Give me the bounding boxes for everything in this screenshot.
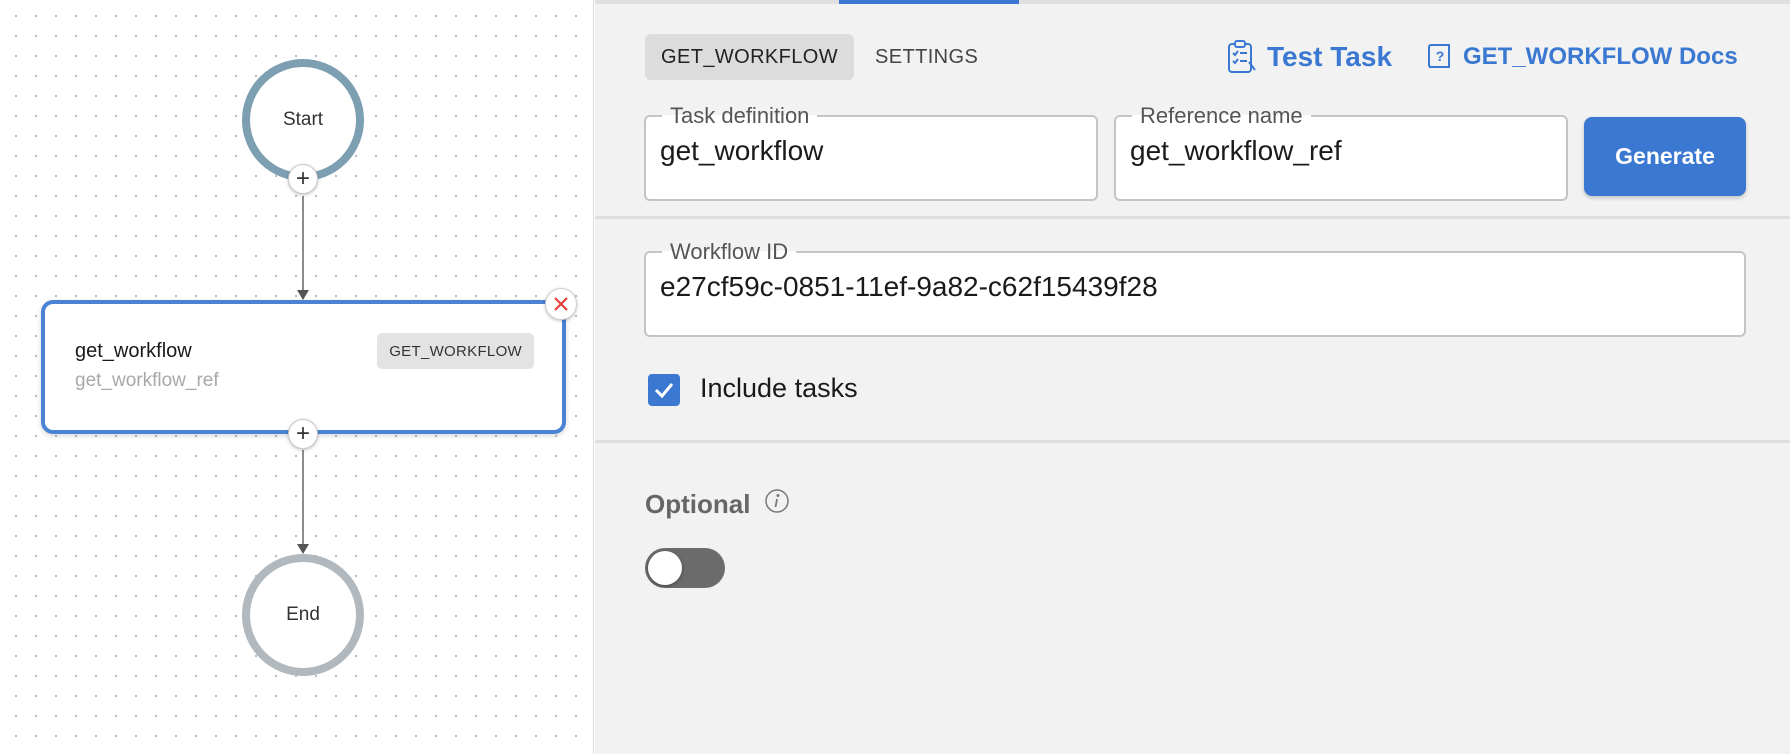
plus-icon: + — [295, 165, 310, 192]
workflow-id-label: Workflow ID — [670, 239, 789, 264]
task-definition-label: Task definition — [670, 103, 810, 128]
reference-name-input[interactable] — [1130, 135, 1552, 167]
end-node[interactable]: End — [242, 554, 364, 676]
reference-name-field[interactable]: Reference name — [1114, 105, 1568, 201]
add-task-button[interactable]: + — [288, 164, 318, 194]
include-tasks-checkbox[interactable] — [648, 374, 680, 406]
active-tab-indicator — [839, 0, 1019, 4]
panel-top-border — [595, 0, 1790, 4]
help-book-icon: ? — [1428, 44, 1450, 68]
start-node-label: Start — [282, 109, 324, 130]
optional-label: Optional — [645, 489, 751, 519]
toggle-knob — [648, 551, 682, 585]
workflow-canvas[interactable]: Start + get_workflow get_workflow_ref GE… — [0, 0, 594, 754]
tab-settings[interactable]: SETTINGS — [859, 34, 994, 80]
include-tasks-label[interactable]: Include tasks — [700, 373, 858, 404]
workflow-id-input[interactable] — [660, 271, 1730, 303]
tab-get-workflow[interactable]: GET_WORKFLOW — [645, 34, 855, 80]
section-divider — [595, 440, 1790, 443]
generate-button[interactable]: Generate — [1584, 117, 1746, 196]
section-divider — [595, 216, 1790, 219]
docs-link[interactable]: ? GET_WORKFLOW Docs — [1427, 37, 1738, 77]
task-config-panel: GET_WORKFLOW SETTINGS Test Task ? GET_WO… — [595, 0, 1790, 754]
add-task-button[interactable]: + — [288, 419, 318, 449]
end-node-label: End — [286, 604, 320, 625]
checkmark-icon — [654, 383, 674, 399]
reference-name-label: Reference name — [1140, 103, 1303, 128]
svg-text:?: ? — [1436, 48, 1445, 64]
remove-task-button[interactable] — [545, 288, 577, 320]
plus-icon: + — [295, 420, 310, 447]
close-icon — [554, 297, 568, 311]
task-type-badge: GET_WORKFLOW — [377, 333, 534, 369]
workflow-id-field[interactable]: Workflow ID — [644, 241, 1746, 337]
task-definition-input[interactable] — [660, 135, 1082, 167]
optional-toggle[interactable] — [645, 548, 725, 588]
task-node-card[interactable]: get_workflow get_workflow_ref GET_WORKFL… — [41, 300, 566, 434]
task-node-name: get_workflow — [75, 340, 192, 362]
test-task-link[interactable]: Test Task — [1227, 37, 1392, 77]
task-node-reference: get_workflow_ref — [75, 370, 219, 391]
start-node[interactable]: Start — [242, 59, 364, 181]
checklist-icon — [1228, 40, 1256, 73]
test-task-label: Test Task — [1267, 41, 1393, 72]
info-icon[interactable] — [764, 488, 790, 514]
task-definition-field[interactable]: Task definition — [644, 105, 1098, 201]
docs-label: GET_WORKFLOW Docs — [1463, 43, 1738, 70]
